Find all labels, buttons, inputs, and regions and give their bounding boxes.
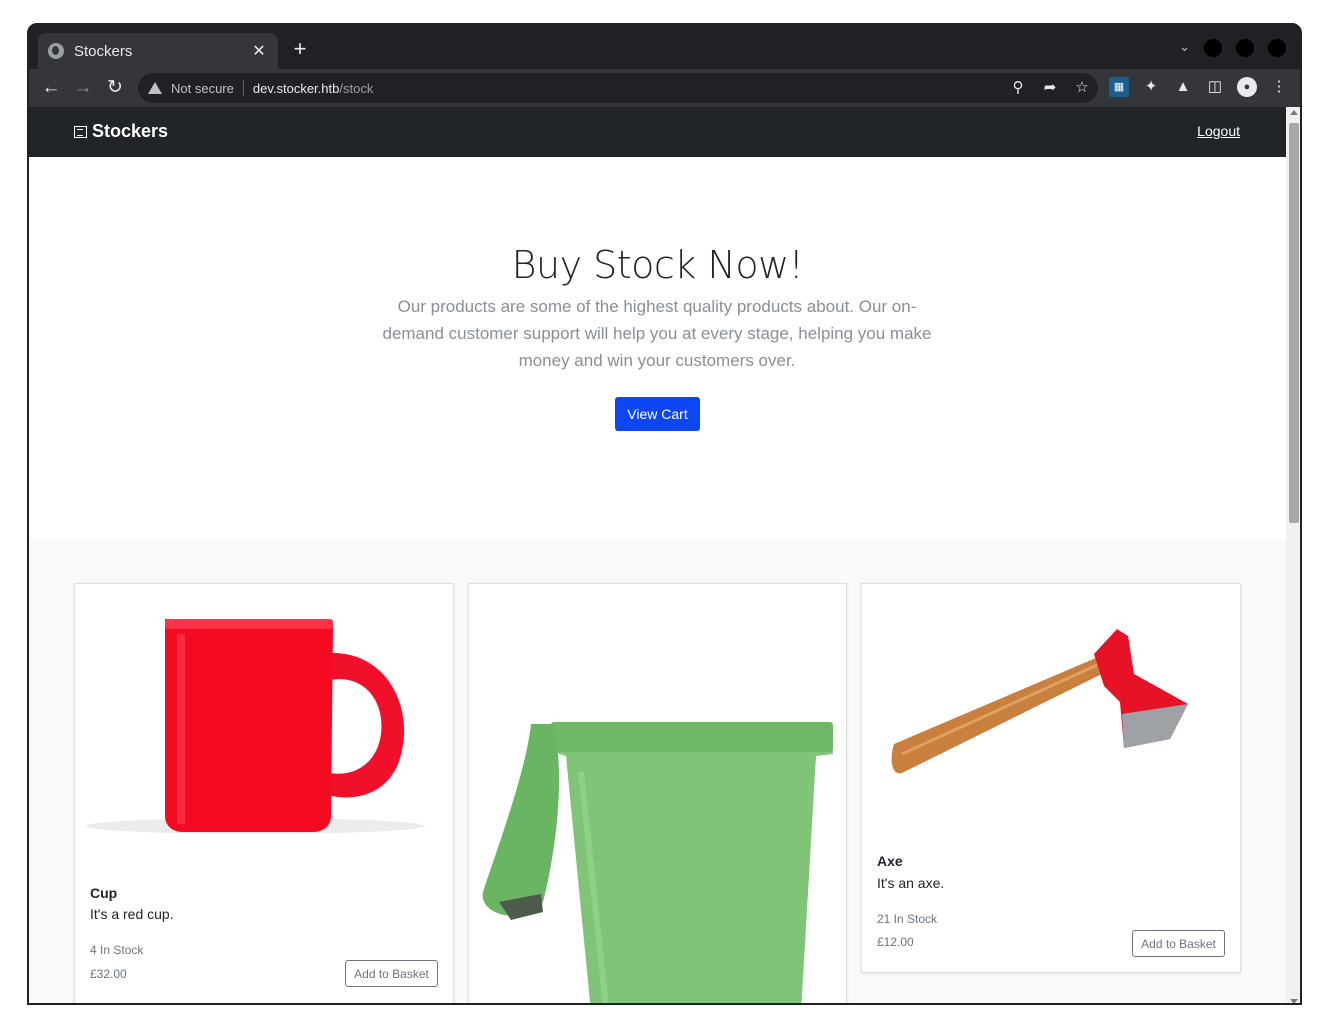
products-section: Cup It's a red cup. 4 In Stock £32.00 Ad…: [29, 539, 1286, 1003]
star-icon[interactable]: ☆: [1072, 78, 1092, 98]
profile-icon[interactable]: ●: [1237, 77, 1257, 97]
scroll-down-icon[interactable]: [1290, 999, 1298, 1003]
site-navbar: Stockers Logout: [29, 107, 1286, 157]
divider: [242, 80, 244, 96]
address-bar[interactable]: Not secure dev.stocker.htb /stock ⚲ ➦ ☆: [138, 73, 1098, 103]
tab-strip: Stockers ✕ + ⌄: [29, 25, 1300, 69]
puzzle-icon[interactable]: ✦: [1141, 77, 1161, 97]
zoom-icon[interactable]: ⚲: [1008, 78, 1028, 98]
axe-image: [891, 629, 1188, 774]
close-icon[interactable]: ✕: [250, 41, 268, 61]
product-stock: 4 In Stock: [90, 943, 144, 957]
minimize-button[interactable]: [1204, 39, 1222, 57]
not-secure-label: Not secure: [171, 80, 234, 96]
hero-section: Buy Stock Now! Our products are some of …: [29, 157, 1286, 539]
omnibox-actions: ⚲ ➦ ☆: [1008, 78, 1092, 98]
logout-link[interactable]: Logout: [1197, 123, 1240, 139]
extensions-area: ▦ ✦ ▲ ◫ ● ⋮: [1109, 77, 1289, 97]
url-path: /stock: [339, 80, 374, 96]
extension-icon[interactable]: ▦: [1109, 77, 1129, 97]
product-price: £12.00: [877, 935, 914, 949]
product-name: Axe: [877, 853, 903, 869]
flask-icon[interactable]: ▲: [1173, 77, 1193, 97]
brand-name: Stockers: [92, 121, 169, 141]
reload-icon[interactable]: ↻: [102, 75, 128, 101]
scroll-up-icon[interactable]: [1290, 110, 1298, 115]
product-description: It's an axe.: [877, 875, 945, 891]
view-cart-button[interactable]: View Cart: [615, 397, 700, 431]
product-card-bin: [468, 583, 847, 1003]
product-card-cup: Cup It's a red cup. 4 In Stock £32.00 Ad…: [74, 583, 454, 1003]
warning-icon: [148, 82, 162, 94]
brand-link[interactable]: Stockers: [74, 121, 168, 142]
scrollbar-thumb[interactable]: [1289, 123, 1299, 523]
hero-title: Buy Stock Now!: [511, 243, 804, 287]
browser-tab[interactable]: Stockers ✕: [38, 33, 278, 69]
page-scrollbar[interactable]: [1286, 107, 1300, 1003]
globe-icon: [48, 43, 64, 59]
forward-icon[interactable]: →: [70, 75, 96, 101]
product-price: £32.00: [90, 967, 127, 981]
product-description: It's a red cup.: [90, 906, 174, 922]
back-icon[interactable]: ←: [38, 75, 64, 101]
tab-title: Stockers: [74, 42, 133, 60]
green-bin-image: [482, 722, 833, 1003]
browser-toolbar: ← → ↻ Not secure dev.stocker.htb /stock …: [29, 69, 1300, 107]
page-viewport: Stockers Logout Buy Stock Now! Our produ…: [29, 107, 1286, 1003]
add-to-basket-button[interactable]: Add to Basket: [345, 960, 438, 987]
menu-icon[interactable]: ⋮: [1269, 77, 1289, 97]
close-window-button[interactable]: [1268, 39, 1286, 57]
url-host: dev.stocker.htb: [252, 80, 340, 96]
maximize-button[interactable]: [1236, 39, 1254, 57]
sidepanel-icon[interactable]: ◫: [1205, 77, 1225, 97]
add-to-basket-button[interactable]: Add to Basket: [1132, 930, 1225, 957]
product-name: Cup: [90, 885, 118, 901]
hero-text: Our products are some of the highest qua…: [382, 297, 932, 370]
newspaper-icon: [74, 125, 87, 138]
product-card-axe: Axe It's an axe. 21 In Stock £12.00 Add …: [861, 583, 1241, 973]
browser-window: Stockers ✕ + ⌄ ← → ↻ Not secure dev.stoc…: [27, 23, 1302, 1005]
product-stock: 21 In Stock: [877, 912, 938, 926]
share-icon[interactable]: ➦: [1040, 78, 1060, 98]
red-mug-image: [85, 619, 425, 834]
plus-icon[interactable]: +: [288, 37, 312, 61]
chevron-down-icon[interactable]: ⌄: [1179, 39, 1190, 55]
